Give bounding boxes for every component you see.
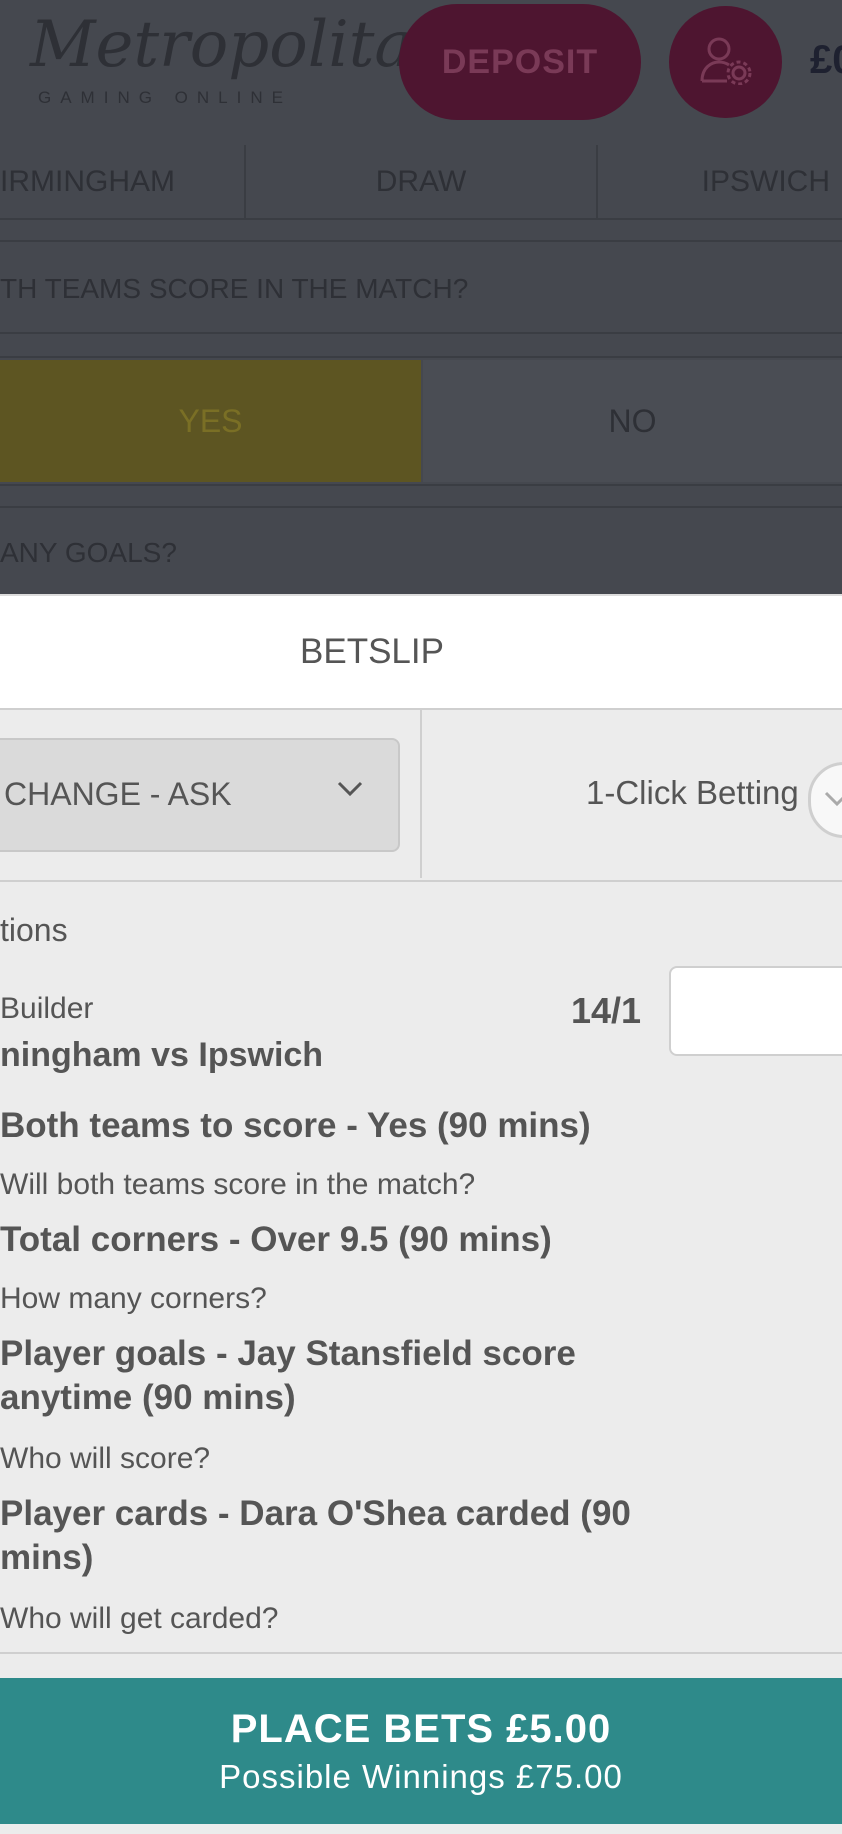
possible-winnings: Possible Winnings £75.00 (219, 1757, 623, 1795)
divider (420, 710, 422, 878)
option-away-label: IPSWICH (701, 164, 830, 198)
logo-subtitle: GAMING ONLINE (38, 88, 292, 107)
selection-question: Will both teams score in the match? (0, 1168, 476, 1201)
section-label: tions (0, 912, 68, 948)
selection-title-cont: anytime (90 mins) (0, 1378, 296, 1417)
selection-question: Who will get carded? (0, 1602, 279, 1635)
market-question-label: TH TEAMS SCORE IN THE MATCH? (0, 273, 469, 304)
market-question[interactable]: ANY GOALS? (0, 514, 842, 592)
selection-title-cont: mins) (0, 1538, 94, 1577)
option-home-label: IRMINGHAM (0, 164, 175, 198)
divider (0, 484, 842, 486)
divider (0, 1652, 842, 1654)
selection-title: Both teams to score - Yes (90 mins) (0, 1106, 591, 1145)
divider (0, 218, 842, 220)
selection-title: Total corners - Over 9.5 (90 mins) (0, 1220, 552, 1259)
one-click-betting-label: 1-Click Betting (586, 774, 799, 811)
divider (0, 506, 842, 508)
no-option[interactable]: NO (423, 360, 842, 482)
match-result-row: IRMINGHAM DRAW IPSWICH (0, 145, 842, 220)
logo[interactable]: Metropolitan (30, 8, 454, 88)
odds-change-value: CHANGE - ASK (4, 776, 232, 812)
balance: £0 (810, 38, 842, 82)
market-question-label: ANY GOALS? (0, 537, 177, 568)
divider (0, 240, 842, 242)
market-question[interactable]: TH TEAMS SCORE IN THE MATCH? (0, 250, 842, 328)
option-home[interactable]: IRMINGHAM (0, 145, 244, 218)
place-bets-button[interactable]: PLACE BETS £5.00 Possible Winnings £75.0… (0, 1678, 842, 1824)
betslip-tab[interactable]: BETSLIP (0, 594, 842, 710)
divider (0, 356, 842, 358)
user-gear-icon (699, 35, 753, 90)
selection-title: Player goals - Jay Stansfield score (0, 1334, 576, 1373)
match-title: ningham vs Ipswich (0, 1036, 324, 1074)
option-away[interactable]: IPSWICH (598, 145, 830, 218)
selection-question: Who will score? (0, 1442, 211, 1475)
bet-builder-label: Builder (0, 992, 94, 1025)
deposit-button[interactable]: DEPOSIT (399, 4, 641, 120)
option-draw-label: DRAW (375, 164, 467, 198)
place-bets-label: PLACE BETS £5.00 (230, 1706, 612, 1751)
account-button[interactable] (669, 6, 782, 118)
check-icon (823, 787, 842, 814)
selection-question: How many corners? (0, 1282, 267, 1315)
betslip-tab-label: BETSLIP (300, 632, 444, 671)
stake-input[interactable] (669, 966, 842, 1056)
selection-title: Player cards - Dara O'Shea carded (90 (0, 1494, 631, 1533)
bet-odds: 14/1 (571, 990, 642, 1031)
yes-option[interactable]: YES (0, 360, 421, 482)
chevron-down-icon (336, 780, 364, 803)
option-draw[interactable]: DRAW (246, 145, 596, 218)
divider (0, 332, 842, 334)
